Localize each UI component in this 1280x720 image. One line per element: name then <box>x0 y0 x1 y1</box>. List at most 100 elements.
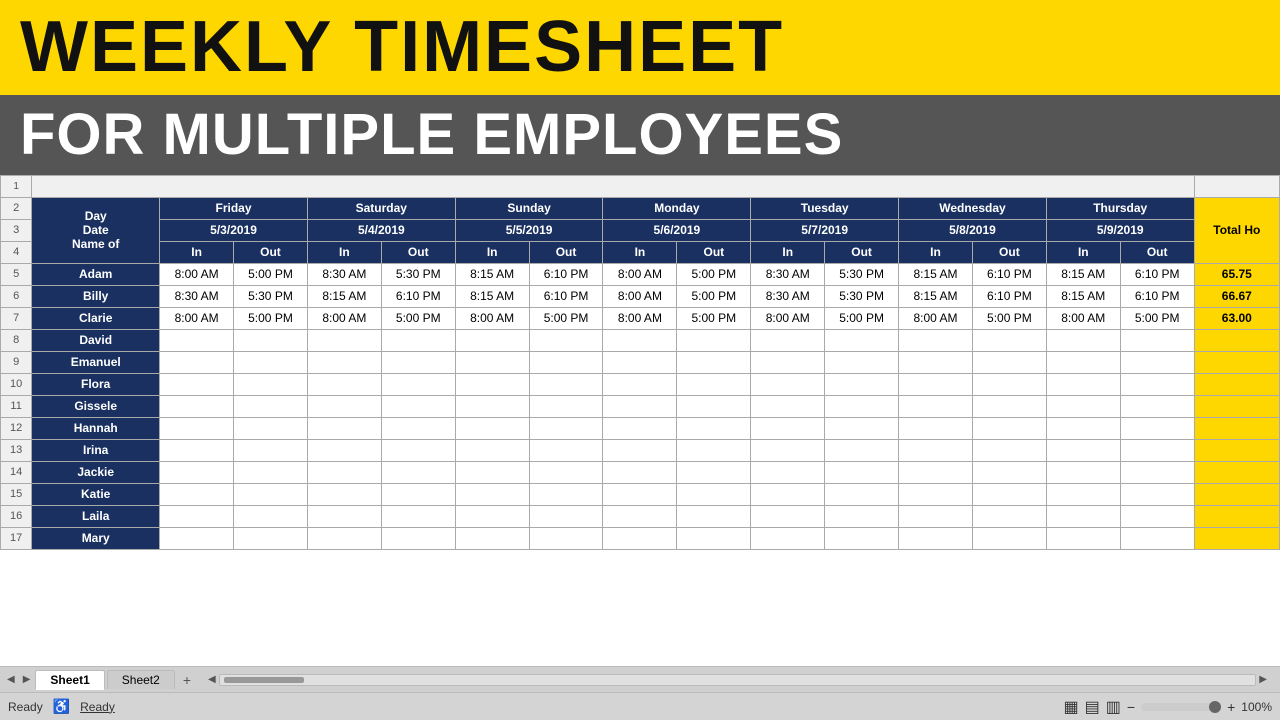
horizontal-scrollbar[interactable] <box>219 674 1257 686</box>
row-2-day: 2 Day Date Name of Friday Saturday Sunda… <box>1 197 1280 219</box>
billy-sun-in[interactable]: 8:15 AM <box>455 285 529 307</box>
row-6-billy: 6 Billy 8:30 AM 5:30 PM 8:15 AM 6:10 PM … <box>1 285 1280 307</box>
adam-tue-out[interactable]: 5:30 PM <box>825 263 899 285</box>
monday-date: 5/6/2019 <box>603 219 751 241</box>
fri-out: Out <box>234 241 308 263</box>
view-normal-icon[interactable]: ▦ <box>1064 697 1079 717</box>
row-5-adam: 5 Adam 8:00 AM 5:00 PM 8:30 AM 5:30 PM 8… <box>1 263 1280 285</box>
accessibility-label[interactable]: Ready <box>80 700 115 714</box>
tuesday-date: 5/7/2019 <box>751 219 899 241</box>
row-num-4: 4 <box>1 241 32 263</box>
sun-in: In <box>455 241 529 263</box>
sat-out: Out <box>381 241 455 263</box>
clarie-thu-in[interactable]: 8:00 AM <box>1046 307 1120 329</box>
billy-thu-in[interactable]: 8:15 AM <box>1046 285 1120 307</box>
view-page-layout-icon[interactable]: ▤ <box>1085 697 1100 717</box>
clarie-mon-in[interactable]: 8:00 AM <box>603 307 677 329</box>
clarie-thu-out[interactable]: 5:00 PM <box>1120 307 1194 329</box>
emp-name-clarie[interactable]: Clarie <box>32 307 160 329</box>
view-page-break-icon[interactable]: ▥ <box>1106 697 1121 717</box>
fri-in: In <box>160 241 234 263</box>
wed-in: In <box>899 241 973 263</box>
billy-fri-out[interactable]: 5:30 PM <box>234 285 308 307</box>
label-day-date-name: Day Date Name of <box>32 197 160 263</box>
emp-name-adam[interactable]: Adam <box>32 263 160 285</box>
billy-sun-out[interactable]: 6:10 PM <box>529 285 603 307</box>
horizontal-scrollbar-area: ◀ ▶ <box>205 674 1270 686</box>
row-16-laila: 16 Laila <box>1 505 1280 527</box>
clarie-mon-out[interactable]: 5:00 PM <box>677 307 751 329</box>
adam-fri-out[interactable]: 5:00 PM <box>234 263 308 285</box>
row-num-6: 6 <box>1 285 32 307</box>
adam-thu-out[interactable]: 6:10 PM <box>1120 263 1194 285</box>
zoom-level: 100% <box>1241 700 1272 714</box>
friday-header: Friday <box>160 197 308 219</box>
sheet-scroll-right[interactable]: ▶ <box>20 674 34 685</box>
sheet-tab-sheet1[interactable]: Sheet1 <box>35 670 104 690</box>
adam-thu-in[interactable]: 8:15 AM <box>1046 263 1120 285</box>
clarie-fri-in[interactable]: 8:00 AM <box>160 307 234 329</box>
billy-fri-in[interactable]: 8:30 AM <box>160 285 234 307</box>
monday-header: Monday <box>603 197 751 219</box>
accessibility-icon: ♿ <box>53 698 70 715</box>
tuesday-header: Tuesday <box>751 197 899 219</box>
sheet-scroll-left[interactable]: ◀ <box>4 674 18 685</box>
row-num-1: 1 <box>1 175 32 197</box>
add-sheet-button[interactable]: + <box>177 671 197 689</box>
adam-sat-in[interactable]: 8:30 AM <box>307 263 381 285</box>
timesheet-table: 1 2 Day Date Name of Friday Saturday Sun… <box>0 175 1280 550</box>
adam-mon-out[interactable]: 5:00 PM <box>677 263 751 285</box>
zoom-slider-minus[interactable]: − <box>1127 699 1135 715</box>
adam-fri-in[interactable]: 8:00 AM <box>160 263 234 285</box>
billy-tue-in[interactable]: 8:30 AM <box>751 285 825 307</box>
clarie-sun-out[interactable]: 5:00 PM <box>529 307 603 329</box>
billy-thu-out[interactable]: 6:10 PM <box>1120 285 1194 307</box>
sheet-tabs-bar: ◀ ▶ Sheet1 Sheet2 + ◀ ▶ <box>0 666 1280 692</box>
clarie-wed-out[interactable]: 5:00 PM <box>972 307 1046 329</box>
clarie-sat-in[interactable]: 8:00 AM <box>307 307 381 329</box>
clarie-sat-out[interactable]: 5:00 PM <box>381 307 455 329</box>
row-1: 1 <box>1 175 1280 197</box>
thu-in: In <box>1046 241 1120 263</box>
thursday-date: 5/9/2019 <box>1046 219 1194 241</box>
row-4-inout: 4 In Out In Out In Out In Out In Out In … <box>1 241 1280 263</box>
billy-mon-out[interactable]: 5:00 PM <box>677 285 751 307</box>
adam-wed-in[interactable]: 8:15 AM <box>899 263 973 285</box>
clarie-fri-out[interactable]: 5:00 PM <box>234 307 308 329</box>
clarie-wed-in[interactable]: 8:00 AM <box>899 307 973 329</box>
row-14-jackie: 14 Jackie <box>1 461 1280 483</box>
billy-tue-out[interactable]: 5:30 PM <box>825 285 899 307</box>
title-gray-bg: FOR MULTIPLE EMPLOYEES <box>0 95 1280 175</box>
billy-mon-in[interactable]: 8:00 AM <box>603 285 677 307</box>
billy-sat-out[interactable]: 6:10 PM <box>381 285 455 307</box>
hscroll-thumb <box>224 677 304 683</box>
adam-sun-out[interactable]: 6:10 PM <box>529 263 603 285</box>
billy-sat-in[interactable]: 8:15 AM <box>307 285 381 307</box>
billy-wed-in[interactable]: 8:15 AM <box>899 285 973 307</box>
billy-total: 66.67 <box>1194 285 1279 307</box>
clarie-tue-out[interactable]: 5:00 PM <box>825 307 899 329</box>
clarie-total: 63.00 <box>1194 307 1279 329</box>
adam-tue-in[interactable]: 8:30 AM <box>751 263 825 285</box>
emp-name-billy[interactable]: Billy <box>32 285 160 307</box>
adam-sat-out[interactable]: 5:30 PM <box>381 263 455 285</box>
main-title: WEEKLY TIMESHEET <box>20 8 1260 87</box>
row1-empty <box>32 175 1194 197</box>
adam-mon-in[interactable]: 8:00 AM <box>603 263 677 285</box>
row-3-date: 3 5/3/2019 5/4/2019 5/5/2019 5/6/2019 5/… <box>1 219 1280 241</box>
hscroll-right[interactable]: ▶ <box>1256 674 1270 685</box>
zoom-slider-plus[interactable]: + <box>1227 699 1235 715</box>
clarie-tue-in[interactable]: 8:00 AM <box>751 307 825 329</box>
billy-wed-out[interactable]: 6:10 PM <box>972 285 1046 307</box>
hscroll-left[interactable]: ◀ <box>205 674 219 685</box>
adam-wed-out[interactable]: 6:10 PM <box>972 263 1046 285</box>
status-bar: Ready ♿ Ready ▦ ▤ ▥ − + 100% <box>0 692 1280 720</box>
adam-sun-in[interactable]: 8:15 AM <box>455 263 529 285</box>
title-yellow-bg: WEEKLY TIMESHEET <box>0 0 1280 95</box>
saturday-date: 5/4/2019 <box>307 219 455 241</box>
zoom-slider[interactable] <box>1141 703 1221 711</box>
clarie-sun-in[interactable]: 8:00 AM <box>455 307 529 329</box>
sheet-tab-sheet2[interactable]: Sheet2 <box>107 670 175 689</box>
row-9-emanuel: 9 Emanuel <box>1 351 1280 373</box>
row-8-david: 8 David <box>1 329 1280 351</box>
